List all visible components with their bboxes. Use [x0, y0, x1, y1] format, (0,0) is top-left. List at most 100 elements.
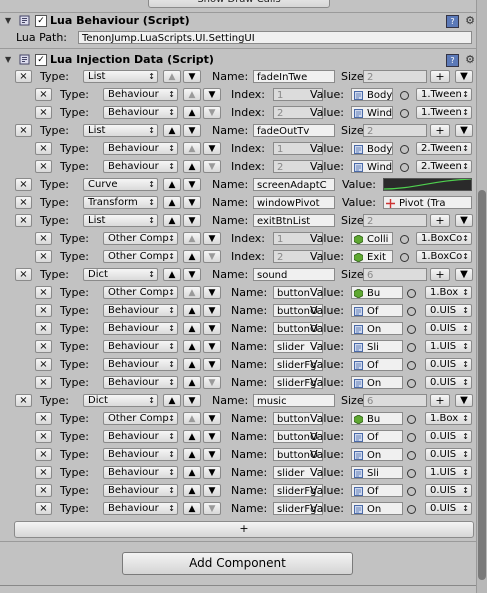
move-up-button[interactable]: ▲	[163, 214, 181, 227]
type-dropdown[interactable]: Other Comp	[103, 286, 178, 299]
expand-dropdown-button[interactable]: ▼	[455, 394, 473, 407]
object-picker-icon[interactable]	[407, 505, 416, 514]
reference-dropdown[interactable]: 0.UIS	[425, 430, 472, 443]
type-dropdown[interactable]: Curve	[83, 178, 158, 191]
move-up-button[interactable]: ▲	[183, 484, 201, 497]
move-down-button[interactable]: ▼	[203, 250, 221, 263]
reference-dropdown[interactable]: 0.UIS	[425, 448, 472, 461]
size-field[interactable]: 2	[363, 124, 427, 137]
move-up-button[interactable]: ▲	[183, 304, 201, 317]
reference-dropdown[interactable]: 0.UIS	[425, 502, 472, 515]
type-dropdown[interactable]: Behaviour	[103, 304, 178, 317]
reference-dropdown[interactable]: 1.UIS	[425, 340, 472, 353]
type-dropdown[interactable]: Transform	[83, 196, 158, 209]
move-up-button[interactable]: ▲	[183, 88, 201, 101]
move-up-button[interactable]: ▲	[183, 430, 201, 443]
remove-button[interactable]: ×	[15, 178, 32, 191]
add-item-button[interactable]: +	[430, 394, 450, 407]
object-field[interactable]: Of	[351, 304, 403, 317]
move-up-button[interactable]: ▲	[183, 286, 201, 299]
object-picker-icon[interactable]	[400, 253, 409, 262]
size-field[interactable]: 2	[363, 214, 427, 227]
object-picker-icon[interactable]	[407, 469, 416, 478]
move-down-button[interactable]: ▼	[203, 376, 221, 389]
object-picker-icon[interactable]	[407, 361, 416, 370]
move-up-button[interactable]: ▲	[183, 466, 201, 479]
move-up-button[interactable]: ▲	[163, 178, 181, 191]
name-field[interactable]: screenAdaptC	[253, 178, 335, 191]
move-down-button[interactable]: ▼	[203, 304, 221, 317]
move-down-button[interactable]: ▼	[183, 214, 201, 227]
remove-button[interactable]: ×	[35, 340, 52, 353]
expand-dropdown-button[interactable]: ▼	[455, 268, 473, 281]
move-up-button[interactable]: ▲	[183, 106, 201, 119]
type-dropdown[interactable]: Other Comp	[103, 412, 178, 425]
move-down-button[interactable]: ▼	[203, 340, 221, 353]
remove-button[interactable]: ×	[35, 448, 52, 461]
object-picker-icon[interactable]	[407, 487, 416, 496]
expand-dropdown-button[interactable]: ▼	[455, 124, 473, 137]
name-field[interactable]: windowPivot	[253, 196, 335, 209]
object-field[interactable]: Sli	[351, 340, 403, 353]
remove-button[interactable]: ×	[35, 376, 52, 389]
remove-button[interactable]: ×	[35, 232, 52, 245]
reference-dropdown[interactable]: 0.UIS	[425, 358, 472, 371]
name-field[interactable]: sound	[253, 268, 335, 281]
move-down-button[interactable]: ▼	[203, 142, 221, 155]
type-dropdown[interactable]: Behaviour	[103, 448, 178, 461]
move-up-button[interactable]: ▲	[183, 232, 201, 245]
scrollbar-thumb[interactable]	[478, 190, 486, 580]
add-entry-button[interactable]: +	[14, 521, 474, 538]
gear-icon[interactable]: ⚙	[465, 14, 475, 27]
object-picker-icon[interactable]	[407, 289, 416, 298]
name-field[interactable]: exitBtnList	[253, 214, 335, 227]
expand-dropdown-button[interactable]: ▼	[455, 214, 473, 227]
remove-button[interactable]: ×	[35, 412, 52, 425]
move-up-button[interactable]: ▲	[163, 124, 181, 137]
reference-dropdown[interactable]: 0.UIS	[425, 322, 472, 335]
move-up-button[interactable]: ▲	[183, 322, 201, 335]
object-field[interactable]: Of	[351, 358, 403, 371]
remove-button[interactable]: ×	[35, 160, 52, 173]
object-field[interactable]: Body	[351, 142, 393, 155]
reference-dropdown[interactable]: 1.UIS	[425, 466, 472, 479]
object-picker-icon[interactable]	[400, 145, 409, 154]
move-down-button[interactable]: ▼	[203, 106, 221, 119]
object-field[interactable]: Exit	[351, 250, 393, 263]
type-dropdown[interactable]: List	[83, 214, 158, 227]
remove-button[interactable]: ×	[15, 124, 32, 137]
gear-icon[interactable]: ⚙	[465, 53, 475, 66]
type-dropdown[interactable]: Behaviour	[103, 340, 178, 353]
move-down-button[interactable]: ▼	[183, 268, 201, 281]
object-field[interactable]: Body	[351, 88, 393, 101]
expand-dropdown-button[interactable]: ▼	[455, 70, 473, 83]
object-field[interactable]: Colli	[351, 232, 393, 245]
object-picker-icon[interactable]	[407, 379, 416, 388]
move-down-button[interactable]: ▼	[203, 484, 221, 497]
object-picker-icon[interactable]	[407, 433, 416, 442]
type-dropdown[interactable]: Behaviour	[103, 376, 178, 389]
move-up-button[interactable]: ▲	[183, 160, 201, 173]
move-down-button[interactable]: ▼	[203, 448, 221, 461]
move-up-button[interactable]: ▲	[183, 358, 201, 371]
move-up-button[interactable]: ▲	[163, 70, 181, 83]
remove-button[interactable]: ×	[35, 286, 52, 299]
object-picker-icon[interactable]	[407, 307, 416, 316]
remove-button[interactable]: ×	[35, 250, 52, 263]
type-dropdown[interactable]: List	[83, 124, 158, 137]
type-dropdown[interactable]: Behaviour	[103, 502, 178, 515]
remove-button[interactable]: ×	[15, 394, 32, 407]
show-draw-calls-button[interactable]: Show Draw Calls	[148, 0, 330, 8]
object-field[interactable]: Wind	[351, 106, 393, 119]
reference-dropdown[interactable]: 1.BoxCo	[416, 250, 472, 263]
move-down-button[interactable]: ▼	[203, 358, 221, 371]
type-dropdown[interactable]: Dict	[83, 394, 158, 407]
remove-button[interactable]: ×	[35, 322, 52, 335]
object-picker-icon[interactable]	[400, 91, 409, 100]
move-down-button[interactable]: ▼	[183, 178, 201, 191]
type-dropdown[interactable]: Behaviour	[103, 88, 178, 101]
type-dropdown[interactable]: Other Comp	[103, 250, 178, 263]
object-picker-icon[interactable]	[400, 109, 409, 118]
add-item-button[interactable]: +	[430, 268, 450, 281]
remove-button[interactable]: ×	[35, 106, 52, 119]
